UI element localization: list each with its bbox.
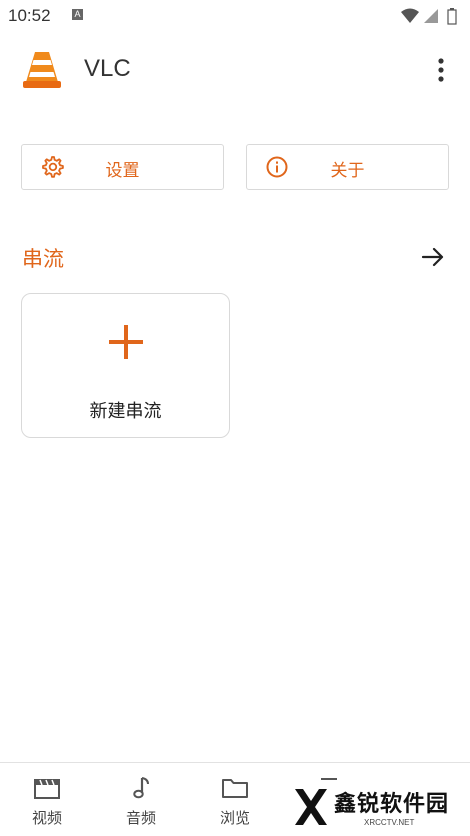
nav-item-audio[interactable]: 音频	[94, 763, 188, 836]
nav-item-browse[interactable]: 浏览	[188, 763, 282, 836]
nav-label-audio: 音频	[125, 809, 156, 827]
signal-icon	[424, 9, 438, 23]
battery-icon	[447, 9, 457, 25]
watermark-text: 鑫锐软件园	[334, 792, 450, 817]
streams-section-title: 串流	[22, 247, 64, 271]
about-label: 关于	[330, 161, 365, 181]
music-note-icon	[133, 777, 149, 799]
watermark: 鑫锐软件园 XRCCTV.NET	[290, 784, 470, 832]
settings-button[interactable]: 设置	[21, 144, 224, 190]
new-stream-label: 新建串流	[89, 401, 162, 422]
new-stream-card[interactable]: 新建串流	[21, 293, 230, 438]
watermark-subtext: XRCCTV.NET	[364, 818, 415, 827]
nav-label-video: 视频	[31, 809, 62, 827]
vlc-cone-logo-icon	[23, 52, 61, 88]
nav-label-browse: 浏览	[219, 809, 250, 827]
plus-icon	[109, 325, 143, 359]
watermark-logo-icon	[295, 789, 327, 825]
status-bar: 10:52 A	[0, 0, 470, 32]
system-status-icons	[401, 8, 457, 25]
about-button[interactable]: 关于	[246, 144, 449, 190]
overflow-menu-icon[interactable]	[428, 52, 454, 88]
arrow-right-icon[interactable]	[418, 242, 448, 272]
status-time: 10:52	[8, 6, 51, 25]
app-bar: VLC	[0, 40, 470, 100]
app-title: VLC	[84, 55, 131, 82]
nav-item-video[interactable]: 视频	[0, 763, 94, 836]
folder-icon	[222, 779, 248, 798]
film-icon	[34, 779, 60, 799]
wifi-icon	[401, 8, 419, 23]
notification-a-icon: A	[72, 9, 83, 20]
settings-label: 设置	[105, 161, 140, 181]
